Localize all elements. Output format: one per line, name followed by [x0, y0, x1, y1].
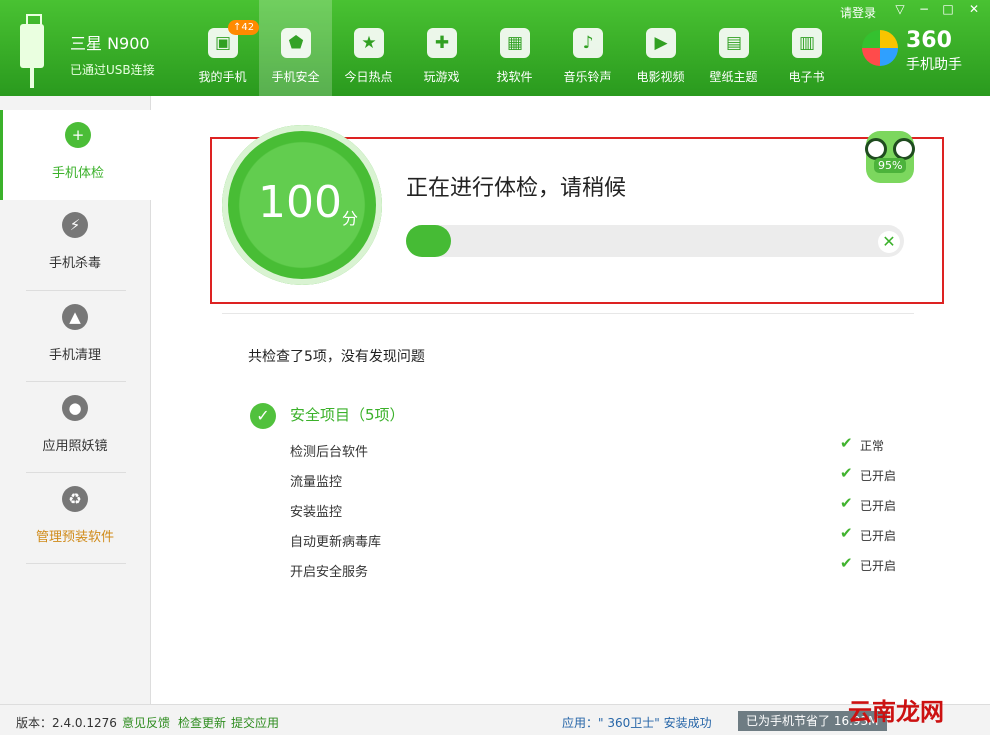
check-icon: ✔ — [840, 494, 853, 512]
progress-fill — [406, 225, 451, 257]
scan-progress — [406, 225, 904, 257]
device-name: 三星 N900 — [70, 34, 150, 53]
item-status: 正常 — [860, 439, 885, 453]
sidebar-item-antivirus[interactable]: ⚡ 手机杀毒 — [0, 200, 150, 290]
scan-summary: 共检查了5项，没有发现问题 — [248, 349, 425, 365]
feedback-link[interactable]: 意见反馈 — [122, 714, 170, 731]
shield-icon: ⚡ — [62, 212, 88, 238]
bag-icon: ▦ — [500, 28, 530, 58]
update-badge: ↑42 — [228, 20, 260, 35]
nav-item-wallpaper[interactable]: ▤ 壁纸主题 — [697, 0, 770, 96]
section-divider — [222, 313, 914, 314]
list-item: 流量监控 — [290, 475, 343, 490]
nav-label: 我的手机 — [198, 70, 247, 84]
image-icon: ▤ — [719, 28, 749, 58]
item-status: 已开启 — [860, 499, 897, 513]
video-icon: ▶ — [646, 28, 676, 58]
top-nav: ▣ ↑42 我的手机 ⬟ 手机安全 ★ 今日热点 ✚ 玩游戏 ▦ 找软件 ♪ 音… — [186, 0, 843, 96]
plus-icon: + — [65, 122, 91, 148]
mascot-eye — [893, 138, 915, 160]
lens-icon: ● — [62, 395, 88, 421]
score-circle: 100 分 — [222, 125, 382, 285]
nav-item-hot-today[interactable]: ★ 今日热点 — [332, 0, 405, 96]
install-status: 应用：" 360卫士" 安装成功 — [562, 716, 712, 730]
sidebar: + 手机体检 ⚡ 手机杀毒 ▲ 手机清理 ● 应用照妖镜 ♻ 管理预装软件 — [0, 96, 153, 704]
check-icon: ✔ — [840, 524, 853, 542]
watermark: 云南龙网 — [848, 698, 944, 726]
nav-label: 电子书 — [788, 70, 825, 84]
list-item: 安装监控 — [290, 505, 343, 520]
item-status: 已开启 — [860, 559, 897, 573]
nav-item-games[interactable]: ✚ 玩游戏 — [405, 0, 478, 96]
music-icon: ♪ — [573, 28, 603, 58]
score-value: 100 — [258, 177, 342, 228]
minimize-icon[interactable]: − — [914, 2, 934, 20]
device-info: 三星 N900 已通过USB连接 — [0, 6, 172, 94]
maximize-icon[interactable]: □ — [938, 2, 958, 20]
sidebar-item-cleanup[interactable]: ▲ 手机清理 — [0, 292, 150, 382]
sidebar-item-label: 应用照妖镜 — [42, 439, 108, 454]
nav-item-music[interactable]: ♪ 音乐铃声 — [551, 0, 624, 96]
nav-label: 音乐铃声 — [563, 70, 612, 84]
check-icon: ✔ — [840, 434, 853, 452]
sidebar-item-app-mirror[interactable]: ● 应用照妖镜 — [0, 383, 150, 473]
nav-label: 今日热点 — [344, 70, 393, 84]
score-unit: 分 — [342, 209, 359, 228]
book-icon: ▥ — [792, 28, 822, 58]
broom-icon: ▲ — [62, 304, 88, 330]
brand-logo: 360 手机助手 — [862, 28, 984, 78]
divider — [26, 472, 126, 473]
submit-app-link[interactable]: 提交应用 — [231, 714, 279, 731]
check-icon: ✓ — [250, 403, 276, 429]
menu-icon[interactable]: ▽ — [890, 2, 910, 20]
item-status: 已开启 — [860, 469, 897, 483]
item-status: 已开启 — [860, 529, 897, 543]
nav-item-software[interactable]: ▦ 找软件 — [478, 0, 551, 96]
gamepad-icon: ✚ — [427, 28, 457, 58]
check-icon: ✔ — [840, 554, 853, 572]
top-bar: 三星 N900 已通过USB连接 ▣ ↑42 我的手机 ⬟ 手机安全 ★ 今日热… — [0, 0, 990, 96]
footer: 版本：2.4.0.1276 意见反馈 检查更新 提交应用 应用：" 360卫士"… — [0, 704, 990, 735]
divider — [26, 381, 126, 382]
cancel-scan-button[interactable]: ✕ — [878, 231, 900, 253]
usb-icon — [20, 14, 44, 88]
sidebar-item-label: 管理预装软件 — [35, 530, 114, 545]
check-update-link[interactable]: 检查更新 — [178, 714, 226, 731]
divider — [26, 563, 126, 564]
mascot-percent: 95% — [874, 158, 907, 173]
brand-number: 360 — [906, 28, 952, 53]
trash-icon: ♻ — [62, 486, 88, 512]
nav-label: 玩游戏 — [423, 70, 460, 84]
sidebar-item-checkup[interactable]: + 手机体检 — [0, 110, 153, 200]
list-item: 开启安全服务 — [290, 565, 369, 580]
star-icon: ★ — [354, 28, 384, 58]
close-icon[interactable]: ✕ — [964, 2, 984, 20]
nav-label: 手机安全 — [271, 70, 320, 84]
nav-item-phone-security[interactable]: ⬟ 手机安全 — [259, 0, 332, 96]
list-item: 检测后台软件 — [290, 445, 369, 460]
list-item: 自动更新病毒库 — [290, 535, 382, 550]
shield-icon: ⬟ — [281, 28, 311, 58]
nav-label: 电影视频 — [636, 70, 685, 84]
brand-subtitle: 手机助手 — [906, 57, 962, 73]
device-status: 已通过USB连接 — [70, 63, 155, 77]
nav-item-ebook[interactable]: ▥ 电子书 — [770, 0, 843, 96]
logo-icon — [862, 30, 898, 66]
nav-label: 找软件 — [496, 70, 533, 84]
version-label: 版本：2.4.0.1276 — [16, 716, 117, 730]
mascot: 95% — [860, 119, 922, 183]
sidebar-item-preinstalled[interactable]: ♻ 管理预装软件 — [0, 474, 150, 564]
mascot-eye — [865, 138, 887, 160]
sidebar-item-label: 手机体检 — [51, 166, 104, 181]
scan-title: 正在进行体检，请稍候 — [406, 176, 627, 201]
sidebar-item-label: 手机杀毒 — [48, 256, 101, 271]
nav-item-my-phone[interactable]: ▣ ↑42 我的手机 — [186, 0, 260, 96]
check-icon: ✔ — [840, 464, 853, 482]
sidebar-item-label: 手机清理 — [48, 348, 101, 363]
login-link[interactable]: 请登录 — [840, 4, 876, 21]
nav-item-video[interactable]: ▶ 电影视频 — [624, 0, 697, 96]
group-title: 安全项目（5项） — [290, 406, 405, 424]
nav-label: 壁纸主题 — [709, 70, 758, 84]
divider — [26, 290, 126, 291]
